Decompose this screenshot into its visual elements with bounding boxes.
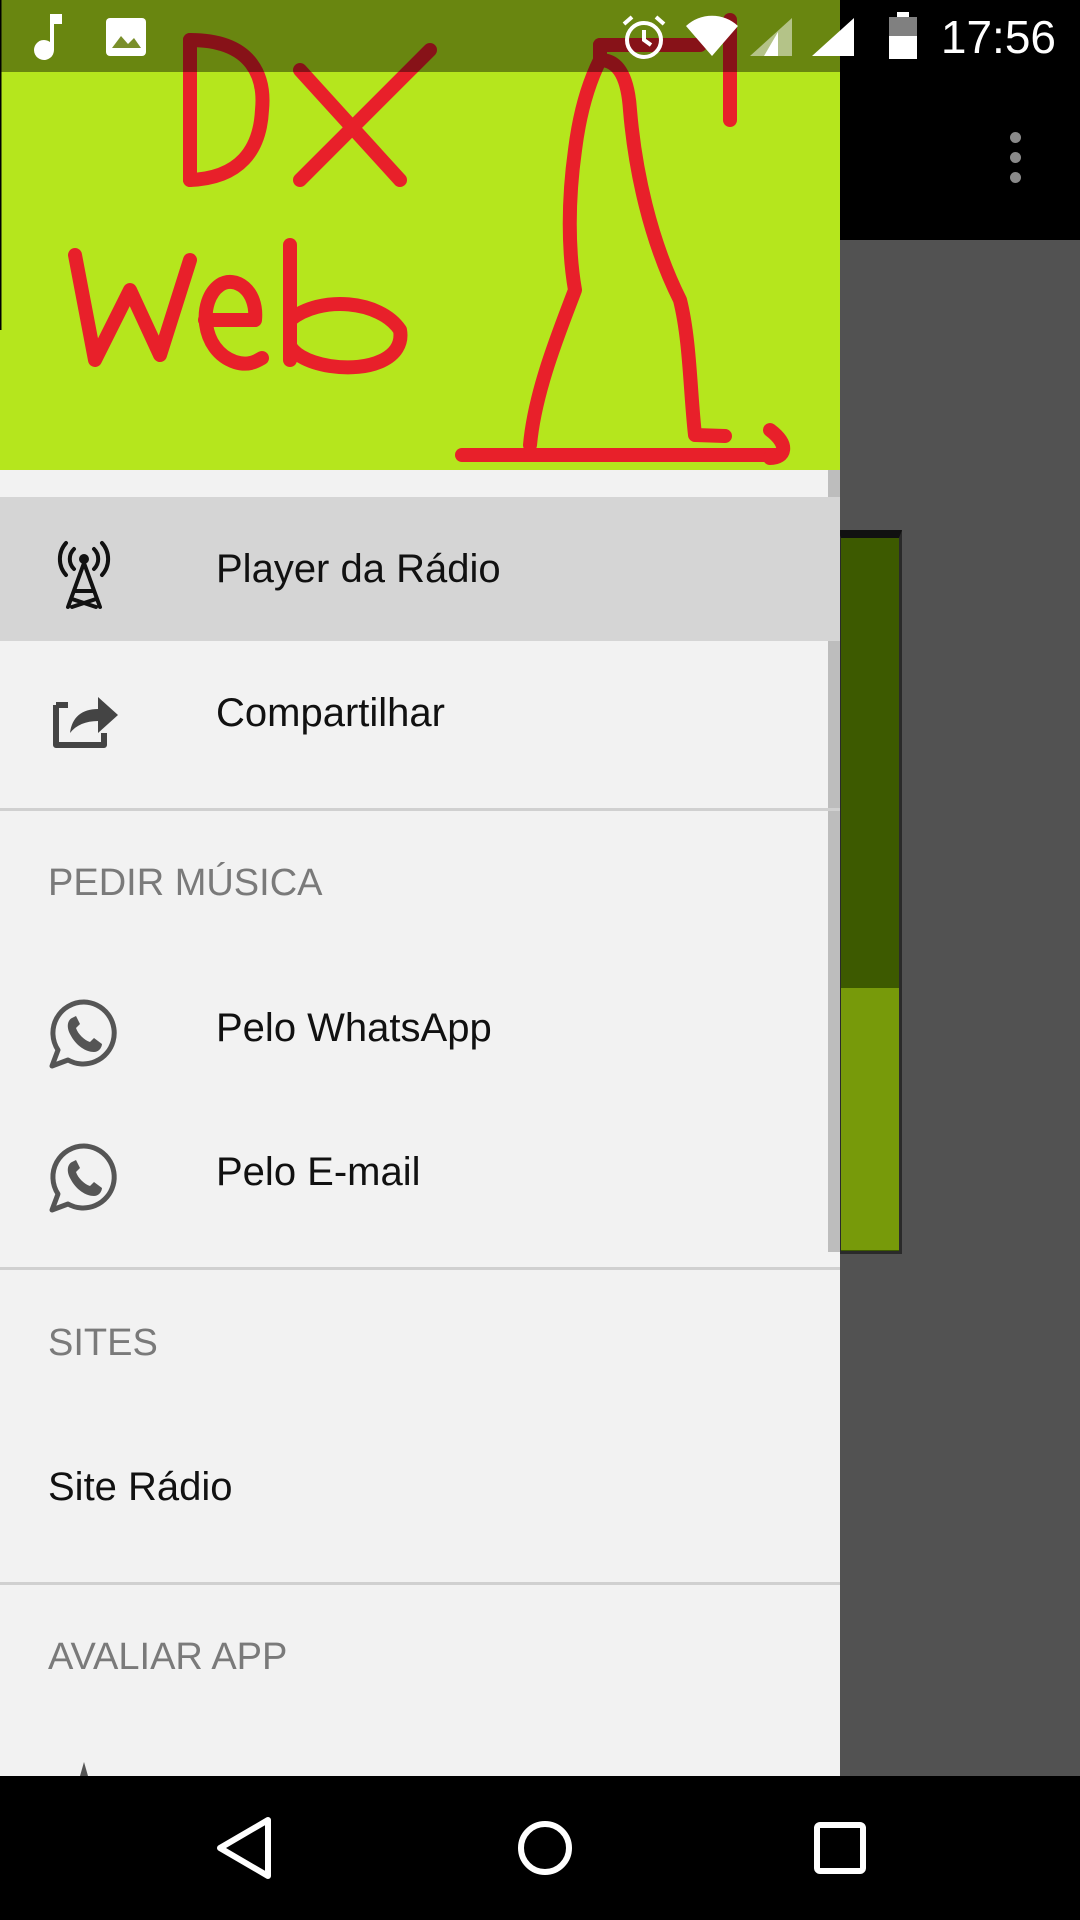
divider — [0, 1267, 840, 1270]
overflow-menu-icon[interactable] — [990, 128, 1038, 188]
status-time: 17:56 — [940, 11, 1056, 63]
navigation-drawer: Player da Rádio Compartilhar PEDIR MÚSIC… — [0, 0, 840, 1776]
system-nav-bar — [0, 1776, 1080, 1920]
battery-icon — [889, 12, 917, 59]
menu-item-label: Site Rádio — [48, 1465, 233, 1509]
menu-item-share[interactable]: Compartilhar — [0, 641, 840, 785]
star-icon — [80, 1762, 88, 1776]
alarm-icon — [622, 15, 666, 59]
signal-icon — [750, 18, 792, 56]
menu-item-label: Pelo E-mail — [216, 1150, 421, 1194]
recents-icon[interactable] — [800, 1808, 880, 1888]
share-icon — [53, 697, 118, 748]
divider — [0, 808, 840, 811]
radio-tower-icon — [57, 541, 111, 609]
menu-item-label: Compartilhar — [216, 691, 445, 735]
whatsapp-icon — [49, 1143, 117, 1213]
music-note-icon — [34, 14, 62, 60]
back-icon[interactable] — [204, 1808, 284, 1888]
divider — [0, 1582, 840, 1585]
menu-item-label: Pelo WhatsApp — [216, 1006, 492, 1050]
status-bar: 17:56 — [0, 0, 1080, 72]
whatsapp-icon — [49, 999, 117, 1069]
section-header-sites: SITES — [48, 1322, 158, 1364]
background-card — [838, 530, 902, 1254]
home-icon[interactable] — [505, 1808, 585, 1888]
wifi-icon — [686, 15, 738, 56]
menu-item-site-radio[interactable]: Site Rádio — [0, 1415, 840, 1559]
menu-item-whatsapp[interactable]: Pelo WhatsApp — [0, 956, 840, 1100]
image-icon — [106, 18, 146, 56]
section-header-avaliar-app: AVALIAR APP — [48, 1636, 288, 1678]
menu-item-player[interactable]: Player da Rádio — [0, 497, 840, 641]
section-header-pedir-musica: PEDIR MÚSICA — [48, 862, 323, 904]
signal-icon — [812, 18, 854, 56]
menu-item-email[interactable]: Pelo E-mail — [0, 1100, 840, 1244]
menu-item-label: Player da Rádio — [216, 547, 501, 591]
